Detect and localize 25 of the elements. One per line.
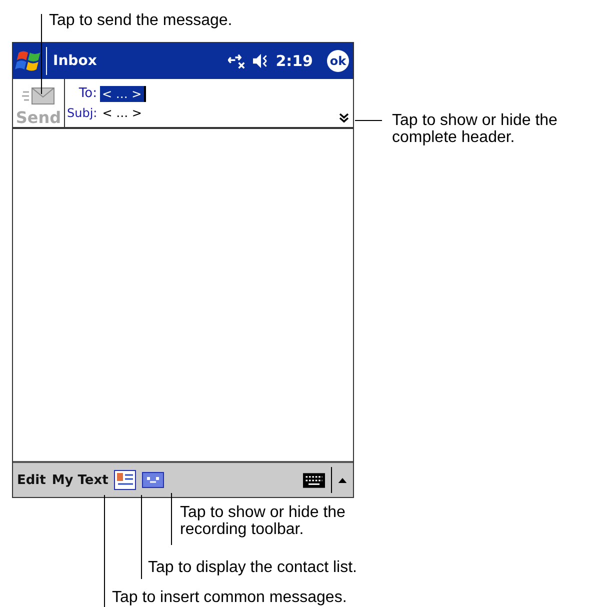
field-label: To: bbox=[78, 86, 97, 101]
speaker-icon[interactable] bbox=[252, 53, 270, 69]
callout-text: Tap to insert common messages. bbox=[112, 589, 348, 606]
recorder-icon[interactable] bbox=[142, 470, 164, 490]
clock-time[interactable]: 2:19 bbox=[276, 52, 313, 70]
field-label: Subj: bbox=[67, 106, 98, 120]
windows-flag-icon[interactable] bbox=[15, 47, 47, 75]
menu-item[interactable]: Edit bbox=[17, 472, 46, 488]
keyboard-icon[interactable] bbox=[303, 472, 325, 488]
address-field[interactable]: < … > bbox=[100, 104, 144, 120]
callout-text: Tap to send the message. bbox=[49, 12, 234, 29]
menu-item[interactable]: My Text bbox=[52, 472, 108, 488]
envelope-icon[interactable] bbox=[22, 86, 56, 106]
callout-text: Tap to show or hide the recording toolbar. bbox=[180, 504, 346, 538]
window-title: Inbox bbox=[53, 53, 97, 69]
double-chevron-icon[interactable] bbox=[339, 113, 349, 123]
ok-button[interactable]: ok bbox=[327, 50, 349, 72]
callout-text: Tap to show or hide the complete header. bbox=[392, 112, 558, 146]
leader-line bbox=[171, 493, 172, 545]
address-field[interactable]: < … > bbox=[100, 86, 146, 102]
leader-line bbox=[355, 120, 382, 121]
up-arrow-icon[interactable] bbox=[338, 478, 347, 482]
callout-text: Tap to display the contact list. bbox=[148, 559, 358, 576]
contact-card-icon[interactable] bbox=[114, 470, 136, 490]
connectivity-icon[interactable] bbox=[228, 53, 246, 69]
